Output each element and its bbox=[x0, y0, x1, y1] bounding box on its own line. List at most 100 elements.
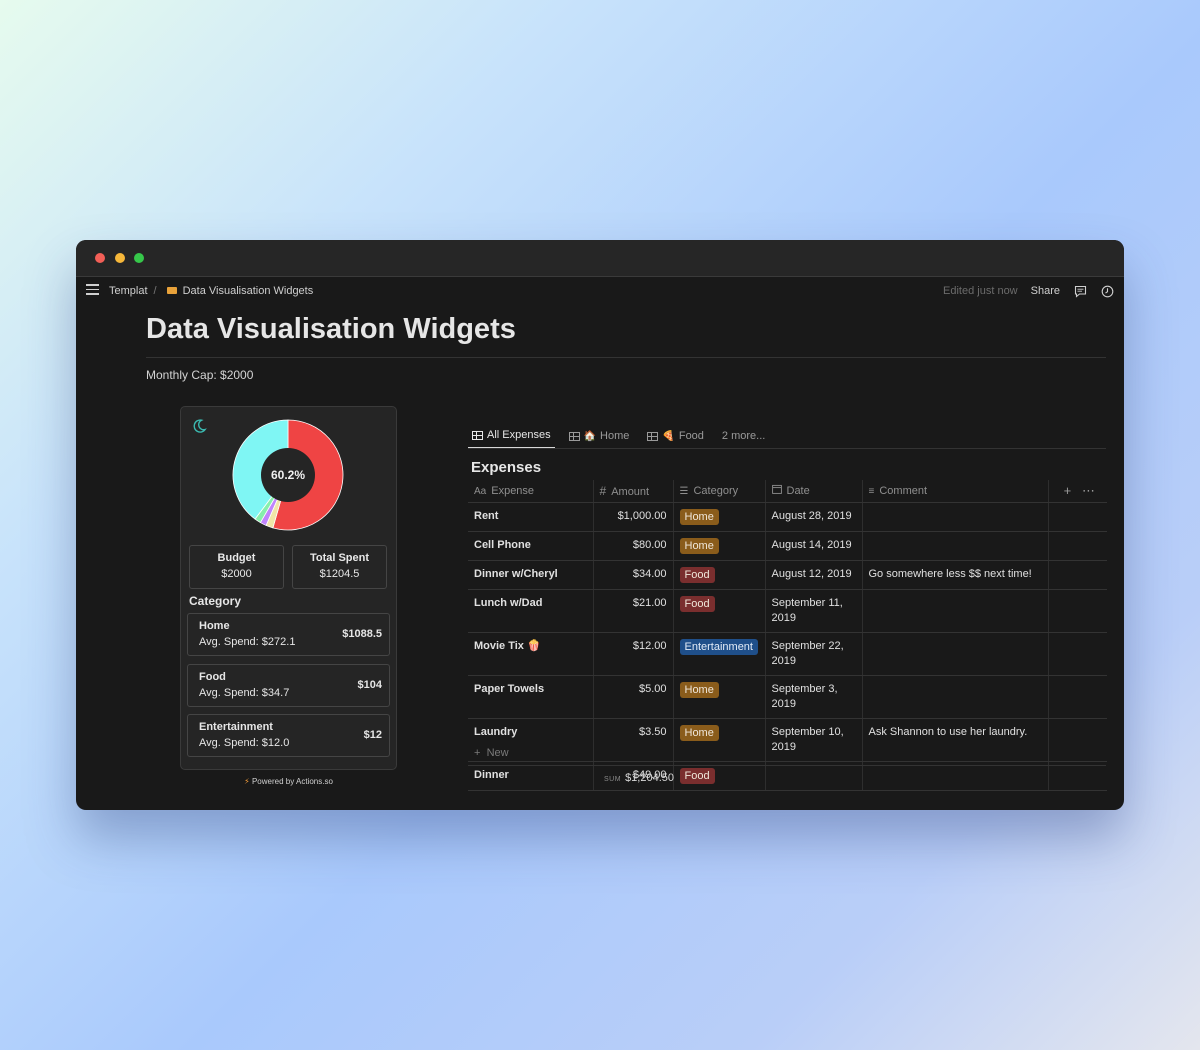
cell-comment[interactable] bbox=[861, 632, 1048, 676]
donut-chart: 60.2% bbox=[232, 419, 344, 531]
cell-category[interactable]: Entertainment bbox=[672, 632, 765, 676]
table-row[interactable]: Dinner w/Cheryl $34.00 Food August 12, 2019… bbox=[468, 560, 1107, 590]
cell-date[interactable]: September 10, 2019 bbox=[764, 718, 862, 762]
cell-amount[interactable]: $5.00 bbox=[592, 675, 673, 719]
cell-amount[interactable]: $21.00 bbox=[592, 589, 673, 633]
cell-expense[interactable]: Cell Phone bbox=[468, 531, 593, 561]
column-header-amount[interactable]: # Amount bbox=[592, 480, 673, 503]
clock-icon[interactable] bbox=[1100, 284, 1114, 298]
cell-spacer bbox=[1047, 632, 1107, 676]
column-header-date[interactable]: Date bbox=[764, 480, 862, 503]
cell-spacer bbox=[1047, 589, 1107, 633]
maximize-window-button[interactable] bbox=[134, 253, 144, 263]
cell-spacer bbox=[1047, 718, 1107, 762]
tab-more[interactable]: 2 more... bbox=[718, 423, 769, 449]
tab-home[interactable]: 🏠 Home bbox=[565, 423, 634, 449]
house-icon: 🏠 bbox=[583, 430, 597, 442]
cell-date[interactable]: August 14, 2019 bbox=[764, 531, 862, 561]
table-icon bbox=[472, 430, 483, 440]
cell-date[interactable]: August 12, 2019 bbox=[764, 560, 862, 590]
monthly-cap-text: Monthly Cap: $2000 bbox=[146, 368, 254, 382]
category-avg: Avg. Spend: $12.0 bbox=[199, 737, 290, 749]
pizza-icon: 🍕 bbox=[662, 430, 675, 442]
view-tabs: All Expenses 🏠 Home 🍕 Food 2 more... bbox=[468, 423, 769, 449]
cell-amount[interactable]: $80.00 bbox=[592, 531, 673, 561]
cell-amount[interactable]: $3.50 bbox=[592, 718, 673, 762]
breadcrumb-separator: / bbox=[153, 285, 157, 297]
column-header-expense[interactable]: Aa Expense bbox=[468, 480, 593, 503]
category-card-home: Home Avg. Spend: $272.1 $1088.5 bbox=[187, 613, 390, 656]
menu-icon[interactable] bbox=[86, 284, 99, 295]
tab-food[interactable]: 🍕 Food bbox=[643, 423, 708, 449]
cell-expense[interactable]: Rent bbox=[468, 502, 593, 532]
cell-comment[interactable] bbox=[861, 531, 1048, 561]
breadcrumb: Templat / Data Visualisation Widgets bbox=[109, 285, 313, 297]
title-bar bbox=[76, 240, 1124, 277]
cell-comment[interactable] bbox=[861, 675, 1048, 719]
card-icon bbox=[166, 287, 177, 295]
lightning-icon: ⚡ bbox=[244, 777, 250, 786]
cell-amount[interactable]: $12.00 bbox=[592, 632, 673, 676]
powered-by-link[interactable]: ⚡ Powered by Actions.so bbox=[180, 777, 397, 786]
column-actions: + ⋯ bbox=[1047, 480, 1107, 503]
cell-amount[interactable]: $1,000.00 bbox=[592, 502, 673, 532]
column-label: Expense bbox=[491, 484, 535, 497]
new-row-button[interactable]: + New bbox=[474, 747, 509, 759]
category-total: $1088.5 bbox=[342, 628, 382, 640]
database-title: Expenses bbox=[471, 459, 542, 476]
breadcrumb-current[interactable]: Data Visualisation Widgets bbox=[183, 285, 314, 297]
cell-category[interactable]: Food bbox=[672, 560, 765, 590]
table-icon bbox=[568, 431, 580, 441]
table-row[interactable]: Cell Phone $80.00 Home August 14, 2019 bbox=[468, 531, 1107, 561]
category-tag: Food bbox=[679, 595, 715, 612]
more-options-icon[interactable]: ⋯ bbox=[1082, 483, 1095, 498]
cell-date[interactable]: September 11, 2019 bbox=[764, 589, 862, 633]
cell-category[interactable]: Home bbox=[672, 718, 765, 762]
breadcrumb-parent[interactable]: Templat bbox=[109, 285, 148, 297]
cell-date[interactable]: September 3, 2019 bbox=[764, 675, 862, 719]
cell-expense[interactable]: Lunch w/Dad bbox=[468, 589, 593, 633]
comment-icon[interactable] bbox=[1073, 284, 1087, 298]
cell-category[interactable]: Home bbox=[672, 675, 765, 719]
tab-label: 2 more... bbox=[721, 430, 766, 442]
table-row[interactable]: Movie Tix 🍿 $12.00 Entertainment September … bbox=[468, 632, 1107, 676]
cell-expense[interactable]: Dinner w/Cheryl bbox=[468, 560, 593, 590]
tabs-divider bbox=[468, 448, 1106, 449]
column-header-category[interactable]: ☰ Category bbox=[672, 480, 765, 503]
category-tag: Food bbox=[679, 566, 715, 583]
cell-date[interactable]: September 22, 2019 bbox=[764, 632, 862, 676]
cell-date[interactable]: August 28, 2019 bbox=[764, 502, 862, 532]
table-row[interactable]: Rent $1,000.00 Home August 28, 2019 bbox=[468, 502, 1107, 532]
share-button[interactable]: Share bbox=[1031, 285, 1060, 297]
cell-expense[interactable]: Paper Towels bbox=[468, 675, 593, 719]
cell-category[interactable]: Food bbox=[672, 589, 765, 633]
column-header-comment[interactable]: ≡ Comment bbox=[861, 480, 1048, 503]
cell-category[interactable]: Home bbox=[672, 502, 765, 532]
cell-expense[interactable]: Movie Tix 🍿 bbox=[468, 632, 593, 676]
add-property-icon[interactable]: + bbox=[1064, 483, 1072, 498]
plus-icon: + bbox=[474, 747, 481, 759]
cell-comment[interactable]: Ask Shannon to use her laundry. bbox=[861, 718, 1048, 762]
category-total: $12 bbox=[363, 729, 382, 741]
cell-amount[interactable]: $34.00 bbox=[592, 560, 673, 590]
total-spent-value: $1204.5 bbox=[319, 568, 360, 580]
close-window-button[interactable] bbox=[95, 253, 105, 263]
category-name: Home bbox=[199, 620, 230, 632]
title-divider bbox=[146, 357, 1106, 358]
tab-all-expenses[interactable]: All Expenses bbox=[468, 423, 555, 449]
cell-comment[interactable] bbox=[861, 502, 1048, 532]
category-card-food: Food Avg. Spend: $34.7 $104 bbox=[187, 664, 390, 707]
budget-stat: Budget $2000 bbox=[189, 545, 284, 589]
table-row[interactable]: Lunch w/Dad $21.00 Food September 11, 2019 bbox=[468, 589, 1107, 633]
minimize-window-button[interactable] bbox=[115, 253, 125, 263]
cell-comment[interactable]: Go somewhere less $$ next time! bbox=[861, 560, 1048, 590]
table-icon bbox=[647, 431, 659, 441]
table-header-row: Aa Expense # Amount ☰ Category Date ≡ Commen… bbox=[468, 480, 1107, 503]
moon-icon[interactable] bbox=[191, 418, 207, 439]
table-row[interactable]: Paper Towels $5.00 Home September 3, 2019 bbox=[468, 675, 1107, 719]
amount-sum[interactable]: SUM $1,204.50 bbox=[604, 772, 674, 784]
cell-comment[interactable] bbox=[861, 589, 1048, 633]
category-name: Entertainment bbox=[199, 721, 273, 733]
table-row[interactable]: Laundry $3.50 Home September 10, 2019 Ask Sh… bbox=[468, 718, 1107, 762]
cell-category[interactable]: Home bbox=[672, 531, 765, 561]
